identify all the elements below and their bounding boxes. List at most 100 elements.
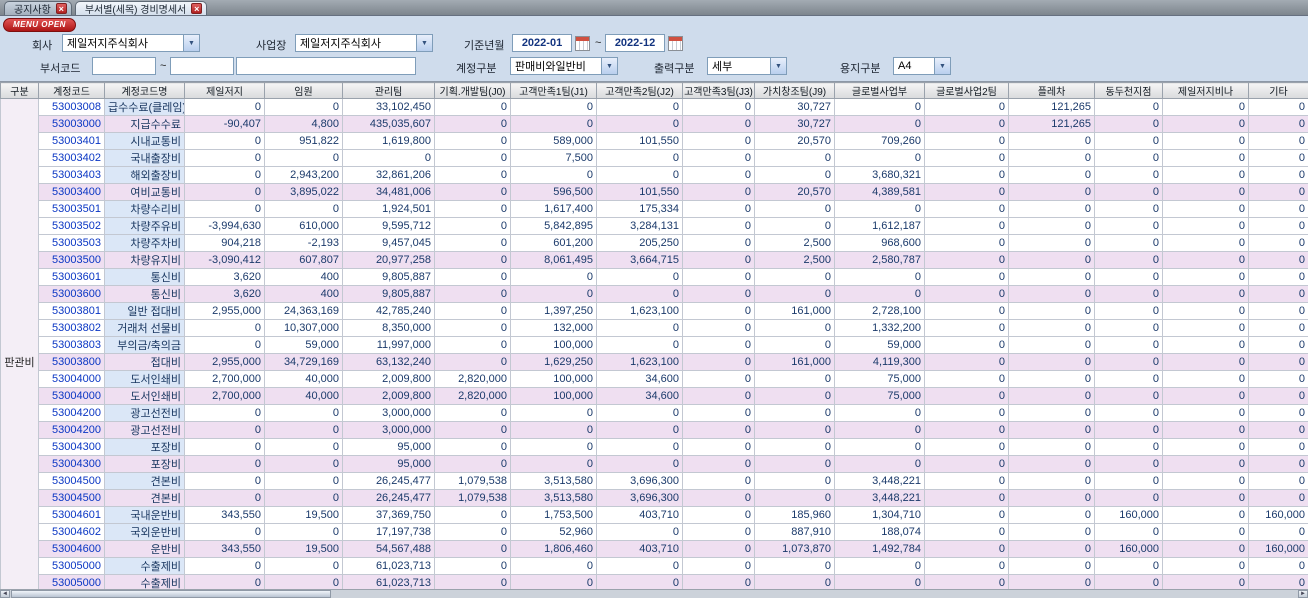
account-code-cell[interactable]: 53003802: [38, 319, 105, 337]
account-code-cell[interactable]: 53004500: [38, 472, 105, 490]
period-from-input[interactable]: 2022-01: [512, 34, 572, 52]
table-row[interactable]: 53004601 국내운반비 343,550 19,500 37,369,750 0 1,7…: [1, 506, 1308, 524]
account-name-cell[interactable]: 차량주유비: [104, 217, 185, 235]
scrollbar-thumb[interactable]: [11, 590, 331, 598]
table-row[interactable]: 53005000 수출제비 0 0 61,023,713 0 0 0 0 0 0 0 0 0 0 0: [1, 557, 1308, 575]
account-name-cell[interactable]: 국외운반비: [104, 523, 185, 541]
account-code-cell[interactable]: 53003400: [38, 183, 105, 201]
column-header[interactable]: 고객만족3팀(J3): [682, 82, 755, 99]
column-header[interactable]: 관리팀: [342, 82, 435, 99]
table-row[interactable]: 53004000 도서인쇄비 2,700,000 40,000 2,009,800 2,8…: [1, 370, 1308, 388]
account-name-cell[interactable]: 통신비: [104, 285, 185, 303]
account-name-cell[interactable]: 차량유지비: [104, 251, 185, 269]
account-name-cell[interactable]: 해외출장비: [104, 166, 185, 184]
account-name-cell[interactable]: 부의금/축의금: [104, 336, 185, 354]
account-name-cell[interactable]: 거래처 선물비: [104, 319, 185, 337]
column-header[interactable]: 제일저지: [184, 82, 265, 99]
table-row[interactable]: 53003402 국내출장비 0 0 0 0 7,500 0 0 0 0 0 0 0 0 0: [1, 149, 1308, 167]
table-row[interactable]: 53004200 광고선전비 0 0 3,000,000 0 0 0 0 0 0 0 0 0 0 0: [1, 404, 1308, 422]
account-code-cell[interactable]: 53004200: [38, 421, 105, 439]
table-row[interactable]: 53004300 포장비 0 0 95,000 0 0 0 0 0 0 0 0 0 0 0: [1, 455, 1308, 473]
account-code-cell[interactable]: 53004000: [38, 387, 105, 405]
account-name-cell[interactable]: 광고선전비: [104, 421, 185, 439]
table-row[interactable]: 53003501 차량수리비 0 0 1,924,501 0 1,617,400 175,33…: [1, 200, 1308, 218]
table-row[interactable]: 53003502 차량주유비 -3,994,630 610,000 9,595,712 0…: [1, 217, 1308, 235]
account-code-cell[interactable]: 53003600: [38, 285, 105, 303]
column-header[interactable]: 기타: [1248, 82, 1308, 99]
account-code-cell[interactable]: 53003801: [38, 302, 105, 320]
calendar-icon[interactable]: [575, 36, 590, 51]
table-row[interactable]: 53003500 차량유지비 -3,090,412 607,807 20,977,258…: [1, 251, 1308, 269]
column-header[interactable]: 글로벌사업부: [834, 82, 925, 99]
calendar-icon[interactable]: [668, 36, 683, 51]
scroll-right-arrow-icon[interactable]: ►: [1298, 590, 1308, 598]
account-code-cell[interactable]: 53003500: [38, 251, 105, 269]
table-row[interactable]: 53004000 도서인쇄비 2,700,000 40,000 2,009,800 2,8…: [1, 387, 1308, 405]
account-code-cell[interactable]: 53004000: [38, 370, 105, 388]
account-name-cell[interactable]: 차량수리비: [104, 200, 185, 218]
column-header[interactable]: 임원: [264, 82, 343, 99]
account-code-cell[interactable]: 53004601: [38, 506, 105, 524]
table-row[interactable]: 53003400 여비교통비 0 3,895,022 34,481,006 0 596,50…: [1, 183, 1308, 201]
output-select[interactable]: 세부 ▼: [707, 57, 787, 75]
column-header[interactable]: 글로벌사업2팀: [924, 82, 1009, 99]
table-row[interactable]: 53004602 국외운반비 0 0 17,197,738 0 52,960 0 0 887,91…: [1, 523, 1308, 541]
account-name-cell[interactable]: 일반 접대비: [104, 302, 185, 320]
account-name-cell[interactable]: 차량주차비: [104, 234, 185, 252]
period-to-input[interactable]: 2022-12: [605, 34, 665, 52]
column-header[interactable]: 기획.개발팀(J0): [434, 82, 511, 99]
account-code-cell[interactable]: 53003402: [38, 149, 105, 167]
dept-code-to-input[interactable]: [170, 57, 234, 75]
account-name-cell[interactable]: 국내운반비: [104, 506, 185, 524]
account-name-cell[interactable]: 포장비: [104, 455, 185, 473]
table-row[interactable]: 53004500 견본비 0 0 26,245,477 1,079,538 3,513,58…: [1, 472, 1308, 490]
column-header[interactable]: 고객만족1팀(J1): [510, 82, 597, 99]
menu-open-button[interactable]: MENU OPEN: [3, 18, 76, 32]
dept-code-from-input[interactable]: [92, 57, 156, 75]
table-row[interactable]: 53003000 지급수수료 -90,407 4,800 435,035,607 0 0 0 0…: [1, 115, 1308, 133]
table-row[interactable]: 53003800 접대비 2,955,000 34,729,169 63,132,240…: [1, 353, 1308, 371]
table-row[interactable]: 판관비 53003008 급수수료(클레임) 0 0 33,102,450 0 0 0 0 30,7…: [0, 98, 1308, 589]
scrollbar-track[interactable]: [331, 590, 1298, 598]
tab-notice[interactable]: 공지사항 ×: [4, 1, 72, 16]
account-name-cell[interactable]: 시내교통비: [104, 132, 185, 150]
account-code-cell[interactable]: 53003601: [38, 268, 105, 286]
account-name-cell[interactable]: 수출제비: [104, 574, 185, 589]
paper-select[interactable]: A4 ▼: [893, 57, 951, 75]
account-name-cell[interactable]: 국내출장비: [104, 149, 185, 167]
column-header[interactable]: 제일저지비나: [1162, 82, 1249, 99]
account-code-cell[interactable]: 53003503: [38, 234, 105, 252]
account-code-cell[interactable]: 53003502: [38, 217, 105, 235]
table-row[interactable]: 53003401 시내교통비 0 951,822 1,619,800 0 589,000 10…: [1, 132, 1308, 150]
account-name-cell[interactable]: 수출제비: [104, 557, 185, 575]
column-header[interactable]: 고객만족2팀(J2): [596, 82, 683, 99]
account-name-cell[interactable]: 통신비: [104, 268, 185, 286]
account-code-cell[interactable]: 53004300: [38, 438, 105, 456]
account-code-cell[interactable]: 53003403: [38, 166, 105, 184]
account-name-cell[interactable]: 광고선전비: [104, 404, 185, 422]
table-row[interactable]: 53003403 해외출장비 0 2,943,200 32,861,206 0 0 0 0 0 3,…: [1, 166, 1308, 184]
account-code-cell[interactable]: 53005000: [38, 557, 105, 575]
account-name-cell[interactable]: 견본비: [104, 472, 185, 490]
column-header[interactable]: 계정코드: [38, 82, 105, 99]
account-code-cell[interactable]: 53003000: [38, 115, 105, 133]
account-type-select[interactable]: 판매비와일반비 ▼: [510, 57, 618, 75]
account-code-cell[interactable]: 53005000: [38, 574, 105, 589]
account-code-cell[interactable]: 53004602: [38, 523, 105, 541]
horizontal-scrollbar[interactable]: ◄ ►: [0, 589, 1308, 598]
account-name-cell[interactable]: 급수수료(클레임): [104, 98, 185, 116]
account-code-cell[interactable]: 53004500: [38, 489, 105, 507]
account-code-cell[interactable]: 53003401: [38, 132, 105, 150]
table-row[interactable]: 53003600 통신비 3,620 400 9,805,887 0 0 0 0 0 0 0 0 0 0 0: [1, 285, 1308, 303]
account-code-cell[interactable]: 53004600: [38, 540, 105, 558]
account-name-cell[interactable]: 도서인쇄비: [104, 370, 185, 388]
account-name-cell[interactable]: 포장비: [104, 438, 185, 456]
table-row[interactable]: 53004300 포장비 0 0 95,000 0 0 0 0 0 0 0 0 0 0 0: [1, 438, 1308, 456]
workplace-select[interactable]: 제일저지주식회사 ▼: [295, 34, 433, 52]
column-header[interactable]: 계정코드명: [104, 82, 185, 99]
company-select[interactable]: 제일저지주식회사 ▼: [62, 34, 200, 52]
close-icon[interactable]: ×: [191, 3, 203, 14]
account-code-cell[interactable]: 53003008: [38, 98, 105, 116]
table-row[interactable]: 53003801 일반 접대비 2,955,000 24,363,169 42,785,…: [1, 302, 1308, 320]
table-row[interactable]: 53003803 부의금/축의금 0 59,000 11,997,000 0 100,000…: [1, 336, 1308, 354]
